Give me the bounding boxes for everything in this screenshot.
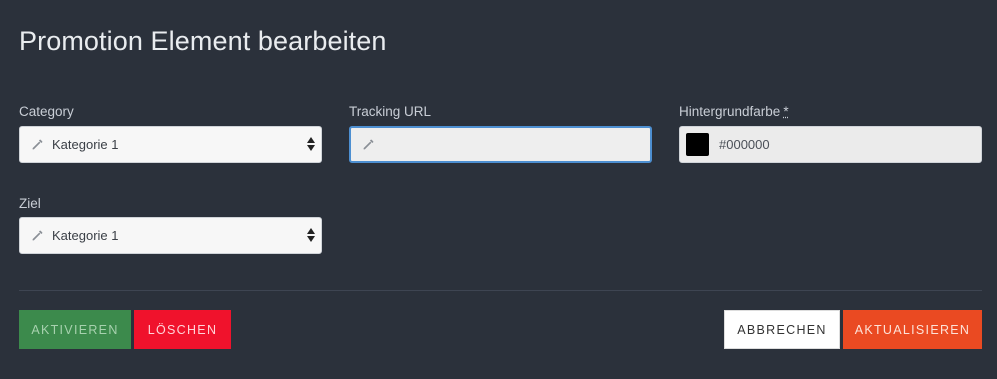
delete-button[interactable]: LÖSCHEN <box>134 310 231 349</box>
pencil-icon <box>30 138 44 152</box>
tracking-url-label: Tracking URL <box>349 104 432 119</box>
background-color-value: #000000 <box>719 137 770 152</box>
select-arrows-icon <box>307 137 315 151</box>
footer-divider <box>19 290 982 291</box>
pencil-icon <box>30 229 44 243</box>
category-value: Kategorie 1 <box>52 137 119 152</box>
category-select[interactable]: Kategorie 1 <box>19 126 322 163</box>
promotion-edit-dialog: Promotion Element bearbeiten Category Ka… <box>0 0 997 379</box>
background-color-input[interactable]: #000000 <box>679 126 982 163</box>
background-color-label-text: Hintergrundfarbe <box>679 104 781 119</box>
select-arrows-icon <box>307 228 315 242</box>
required-marker: * <box>783 104 789 119</box>
tracking-url-input[interactable] <box>349 126 652 163</box>
background-color-label: Hintergrundfarbe * <box>679 104 789 119</box>
target-select[interactable]: Kategorie 1 <box>19 217 322 254</box>
category-label: Category <box>19 104 74 119</box>
cancel-button[interactable]: ABBRECHEN <box>724 310 840 349</box>
update-button[interactable]: AKTUALISIEREN <box>843 310 982 349</box>
target-value: Kategorie 1 <box>52 228 119 243</box>
dialog-title: Promotion Element bearbeiten <box>19 26 387 56</box>
color-swatch[interactable] <box>686 133 709 156</box>
target-label: Ziel <box>19 196 41 211</box>
pencil-icon <box>361 138 375 152</box>
activate-button[interactable]: AKTIVIEREN <box>19 310 131 349</box>
